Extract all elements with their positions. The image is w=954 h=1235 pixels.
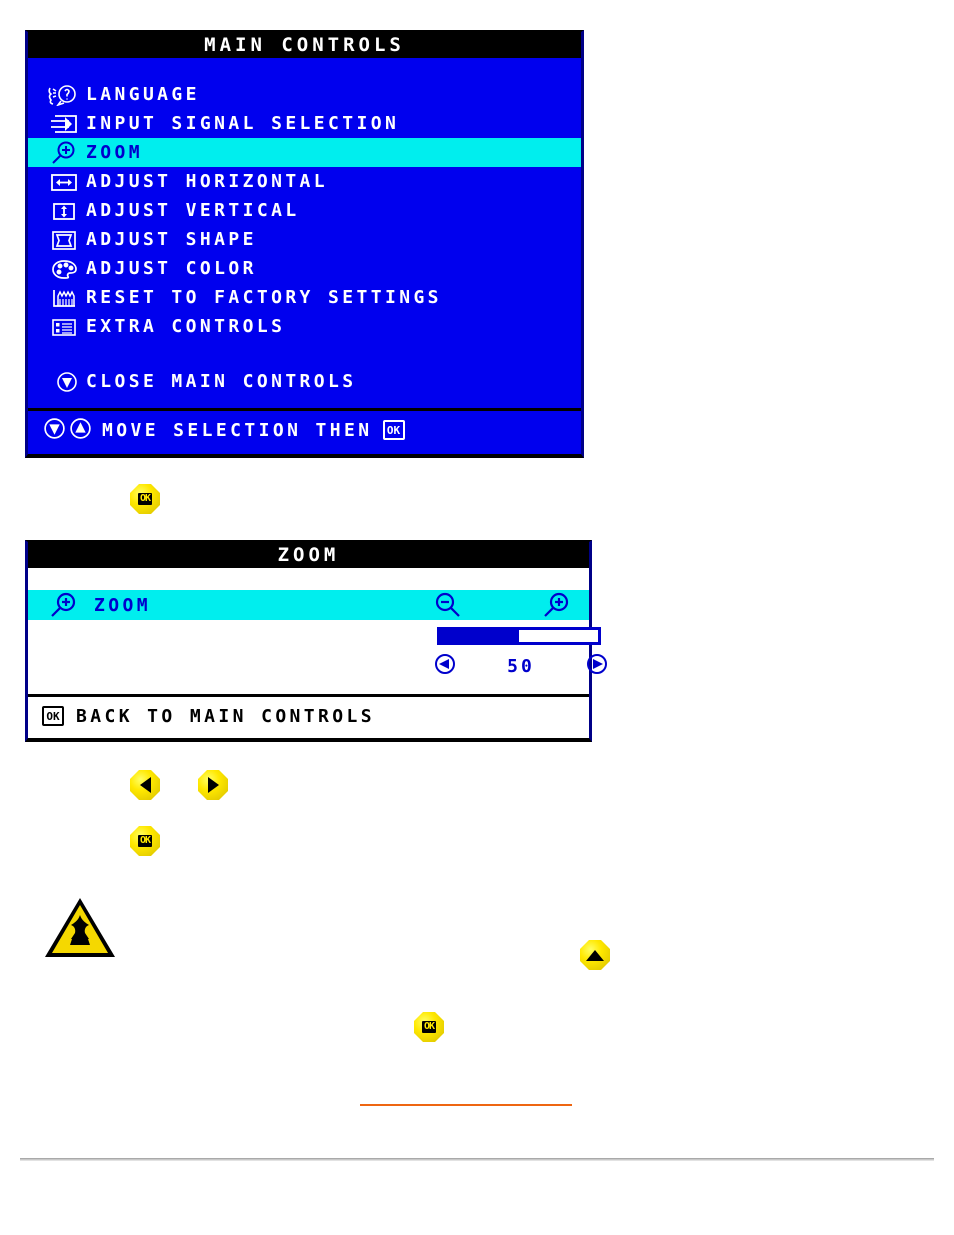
- menu-item-language[interactable]: LANGUAGE: [28, 80, 581, 109]
- zoom-slider-track[interactable]: [437, 627, 601, 645]
- extra-controls-list-icon: [42, 315, 86, 339]
- language-face-icon: [42, 83, 86, 107]
- ok-octagon-icon: OK: [414, 1012, 444, 1042]
- warning-triangle-icon: [42, 895, 118, 961]
- menu-spacer: [28, 341, 581, 367]
- ok-glyph-icon: OK: [382, 420, 405, 440]
- main-controls-footer-label: MOVE SELECTION THEN OK: [102, 420, 405, 441]
- down-circle-icon: [42, 416, 67, 445]
- right-triangle-circle-icon[interactable]: [585, 652, 609, 680]
- menu-item-extra-controls[interactable]: EXTRA CONTROLS: [28, 312, 581, 341]
- menu-item-adjust-vertical[interactable]: ADJUST VERTICAL: [28, 196, 581, 225]
- adjust-horizontal-arrows-icon: [42, 170, 86, 194]
- ok-octagon-icon: OK: [130, 484, 160, 514]
- menu-item-label: ADJUST HORIZONTAL: [86, 170, 329, 192]
- zoom-panel-title: ZOOM: [28, 542, 589, 568]
- ok-octagon-icon: OK: [130, 826, 160, 856]
- menu-item-label: ADJUST VERTICAL: [86, 199, 300, 221]
- zoom-setting-row[interactable]: ZOOM: [28, 590, 589, 620]
- zoom-magnifier-plus-icon: [46, 592, 94, 618]
- menu-item-label: INPUT SIGNAL SELECTION: [86, 112, 400, 134]
- menu-item-input-signal-selection[interactable]: INPUT SIGNAL SELECTION: [28, 109, 581, 138]
- zoom-setting-label: ZOOM: [94, 594, 151, 616]
- main-controls-title: MAIN CONTROLS: [28, 32, 581, 58]
- ok-button-3[interactable]: OK: [412, 1010, 446, 1044]
- zoom-slider-controls: 50: [433, 652, 609, 680]
- left-arrow-octagon-icon: [130, 770, 160, 800]
- menu-item-label: EXTRA CONTROLS: [86, 315, 286, 337]
- menu-item-label: ADJUST COLOR: [86, 257, 257, 279]
- menu-item-adjust-horizontal[interactable]: ADJUST HORIZONTAL: [28, 167, 581, 196]
- magnifier-plus-icon[interactable]: [536, 590, 576, 620]
- footer-label-text: MOVE SELECTION THEN: [102, 419, 373, 441]
- menu-item-close-main-controls[interactable]: CLOSE MAIN CONTROLS: [28, 367, 581, 396]
- zoom-panel-footer: OK BACK TO MAIN CONTROLS: [28, 694, 589, 735]
- ok-button-2[interactable]: OK: [128, 824, 162, 858]
- left-triangle-circle-icon[interactable]: [433, 652, 457, 680]
- orange-divider: [360, 1104, 572, 1106]
- ok-button-1[interactable]: OK: [128, 482, 162, 516]
- zoom-magnifier-plus-icon: [42, 141, 86, 165]
- zoom-panel-body: ZOOM 50: [28, 568, 607, 694]
- menu-item-zoom[interactable]: ZOOM: [28, 138, 581, 167]
- zoom-panel-footer-label: BACK TO MAIN CONTROLS: [76, 705, 375, 727]
- main-controls-footer: MOVE SELECTION THEN OK: [28, 408, 581, 449]
- input-signal-arrow-icon: [42, 112, 86, 136]
- menu-item-label: ADJUST SHAPE: [86, 228, 257, 250]
- right-arrow-octagon-icon: [198, 770, 228, 800]
- up-arrow-button[interactable]: [578, 938, 612, 972]
- zoom-osd-panel: ZOOM ZOOM 50 OK BACK TO MAIN CONTROLS: [25, 540, 607, 742]
- reset-factory-settings-icon: [42, 286, 86, 310]
- main-controls-osd-panel: MAIN CONTROLS LANGUAGE INPUT SIGNAL SELE…: [25, 30, 584, 458]
- up-circle-icon: [68, 416, 93, 445]
- menu-item-adjust-color[interactable]: ADJUST COLOR: [28, 254, 581, 283]
- menu-item-label: ZOOM: [86, 141, 143, 163]
- zoom-slider-value: 50: [507, 655, 535, 677]
- right-arrow-button[interactable]: [196, 768, 230, 802]
- adjust-color-palette-icon: [42, 257, 86, 281]
- adjust-shape-icon: [42, 228, 86, 252]
- menu-item-reset-to-factory-settings[interactable]: RESET TO FACTORY SETTINGS: [28, 283, 581, 312]
- menu-item-adjust-shape[interactable]: ADJUST SHAPE: [28, 225, 581, 254]
- up-arrow-octagon-icon: [580, 940, 610, 970]
- down-circle-icon: [48, 370, 86, 394]
- page-bottom-divider: [20, 1158, 934, 1161]
- left-arrow-button[interactable]: [128, 768, 162, 802]
- main-controls-menu-list: LANGUAGE INPUT SIGNAL SELECTION ZOOM ADJ…: [28, 58, 581, 408]
- ok-glyph-icon: OK: [42, 706, 64, 726]
- magnifier-minus-icon[interactable]: [428, 590, 468, 620]
- menu-item-label: LANGUAGE: [86, 83, 200, 105]
- adjust-vertical-arrows-icon: [42, 199, 86, 223]
- footer-nav-icons: [42, 416, 102, 445]
- zoom-slider-fill: [440, 630, 519, 642]
- menu-item-label: CLOSE MAIN CONTROLS: [86, 370, 357, 392]
- menu-item-label: RESET TO FACTORY SETTINGS: [86, 286, 442, 308]
